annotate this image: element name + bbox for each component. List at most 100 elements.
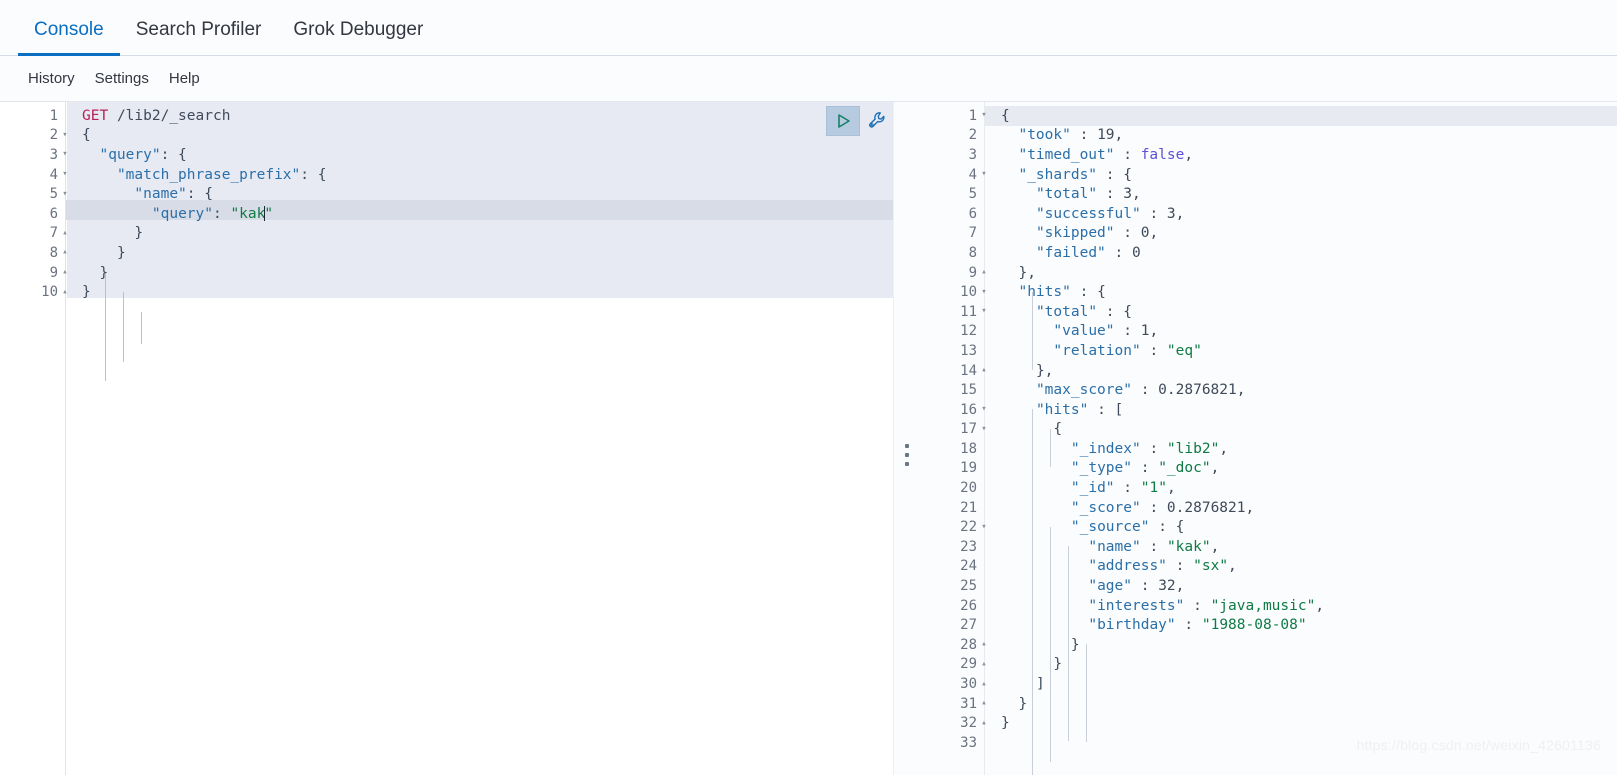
fold-collapse-icon[interactable]: ▾ [58, 170, 72, 179]
fold-collapse-icon[interactable]: ▾ [977, 405, 991, 414]
response-code-line[interactable]: 4 ▾ "_shards" : { [919, 165, 1617, 185]
response-code-line[interactable]: 32 ▴} [919, 713, 1617, 733]
response-code-line[interactable]: 33 [919, 733, 1617, 753]
response-code-line[interactable]: 5 "total" : 3, [919, 184, 1617, 204]
response-code-line[interactable]: 13 "relation" : "eq" [919, 341, 1617, 361]
response-code-line[interactable]: 17 ▾ { [919, 420, 1617, 440]
line-number: 30 [960, 676, 977, 693]
request-code-line[interactable]: 4 ▾ "match_phrase_prefix": { [0, 165, 893, 185]
request-code-area[interactable]: 1 GET /lib2/_search 2 ▾{3 ▾ "query": {4 ▾ "ma… [0, 102, 893, 775]
tab-search-profiler-label: Search Profiler [135, 19, 262, 40]
line-number: 18 [960, 440, 977, 457]
code-text: "max_score" : 0.2876821, [1035, 382, 1246, 399]
code-text: ] [1035, 676, 1045, 693]
response-code-line[interactable]: 22 ▾ "_source" : { [919, 517, 1617, 537]
code-text: "birthday" : "1988-08-08" [1088, 617, 1307, 634]
fold-expand-icon[interactable]: ▴ [58, 287, 72, 297]
code-text: "_score" : 0.2876821, [1070, 499, 1255, 516]
fold-expand-icon[interactable]: ▴ [977, 366, 991, 375]
fold-expand-icon[interactable]: ▴ [977, 679, 991, 689]
request-code-line[interactable]: 6 "query": "kak" [0, 204, 893, 224]
panel-splitter[interactable] [893, 102, 919, 775]
response-code-line[interactable]: 15 "max_score" : 0.2876821, [919, 380, 1617, 400]
fold-collapse-icon[interactable]: ▾ [977, 170, 991, 179]
fold-expand-icon[interactable]: ▴ [977, 718, 991, 728]
tab-console[interactable]: Console [18, 20, 120, 56]
code-text: "total" : 3, [1035, 186, 1141, 203]
request-code-line[interactable]: 10 ▴} [0, 282, 893, 302]
request-code-line[interactable]: 2 ▾ { [0, 126, 893, 146]
response-code-line[interactable]: 31 ▴ } [919, 694, 1617, 714]
fold-collapse-icon[interactable]: ▾ [977, 287, 991, 297]
fold-collapse-icon[interactable]: ▾ [977, 522, 991, 532]
fold-expand-icon[interactable]: ▴ [977, 640, 991, 649]
response-code-line[interactable]: 3 "timed_out" : false, [919, 145, 1617, 165]
open-documentation-button[interactable] [864, 107, 892, 135]
top-tab-bar: Console Search Profiler Grok Debugger [0, 0, 1617, 56]
line-number: 17 [960, 421, 977, 438]
request-code-line[interactable]: 3 ▾ "query": { [0, 145, 893, 165]
fold-expand-icon[interactable]: ▴ [58, 268, 72, 277]
response-code-line[interactable]: 27 "birthday" : "1988-08-08" [919, 615, 1617, 635]
response-code-line[interactable]: 10 ▾ "hits" : { [919, 282, 1617, 302]
request-code-line[interactable]: 1 GET /lib2/_search [0, 106, 893, 126]
request-editor-pane[interactable]: 1 GET /lib2/_search 2 ▾{3 ▾ "query": {4 ▾ "ma… [0, 102, 893, 775]
response-code-line[interactable]: 1 ▾ { [919, 106, 1617, 126]
response-code-line[interactable]: 19 "_type" : "_doc", [919, 459, 1617, 479]
fold-collapse-icon[interactable]: ▾ [977, 424, 991, 434]
request-code-line[interactable]: 5 ▾ "name": { [0, 184, 893, 204]
response-code-line[interactable]: 24 "address" : "sx", [919, 557, 1617, 577]
response-code-line[interactable]: 25 "age" : 32, [919, 576, 1617, 596]
response-code-line[interactable]: 21 "_score" : 0.2876821, [919, 498, 1617, 518]
fold-expand-icon[interactable]: ▴ [977, 268, 991, 277]
code-text: { [82, 127, 91, 144]
response-code-line[interactable]: 11 ▾ "total" : { [919, 302, 1617, 322]
response-code-line[interactable]: 7 "skipped" : 0, [919, 224, 1617, 244]
menu-item-settings[interactable]: Settings [85, 70, 159, 87]
code-text: "address" : "sx", [1088, 558, 1237, 575]
response-code-line[interactable]: 14 ▴ }, [919, 361, 1617, 381]
code-text: }, [1018, 264, 1036, 281]
fold-collapse-icon[interactable]: ▾ [58, 150, 72, 159]
response-code-line[interactable]: 16 ▾ "hits" : [ [919, 400, 1617, 420]
request-code-line[interactable]: 7 ▴ } [0, 224, 893, 244]
code-text: "interests" : "java,music", [1088, 597, 1325, 614]
fold-collapse-icon[interactable]: ▾ [977, 307, 991, 316]
response-code-line[interactable]: 26 "interests" : "java,music", [919, 596, 1617, 616]
response-code-line[interactable]: 23 "name" : "kak", [919, 537, 1617, 557]
tab-grok-debugger[interactable]: Grok Debugger [277, 20, 439, 55]
response-code-line[interactable]: 6 "successful" : 3, [919, 204, 1617, 224]
fold-collapse-icon[interactable]: ▾ [58, 189, 72, 199]
fold-collapse-icon[interactable]: ▾ [977, 111, 991, 120]
line-number: 9 [968, 264, 977, 281]
code-text: "failed" : 0 [1035, 244, 1141, 261]
run-request-button[interactable] [826, 106, 860, 136]
fold-collapse-icon[interactable]: ▾ [58, 130, 72, 140]
drag-handle-icon[interactable] [905, 444, 909, 466]
response-code-area[interactable]: 1 ▾{2 "took" : 19, 3 "timed_out" : false, 4… [919, 102, 1617, 775]
tab-search-profiler[interactable]: Search Profiler [120, 20, 278, 55]
request-code-line[interactable]: 9 ▴ } [0, 263, 893, 283]
fold-expand-icon[interactable]: ▴ [58, 248, 72, 257]
request-code-line[interactable]: 8 ▴ } [0, 243, 893, 263]
response-code-line[interactable]: 29 ▴ } [919, 655, 1617, 675]
line-number: 5 [968, 186, 977, 203]
response-code-line[interactable]: 12 "value" : 1, [919, 322, 1617, 342]
menu-item-help[interactable]: Help [159, 70, 210, 87]
response-code-line[interactable]: 30 ▴ ] [919, 674, 1617, 694]
response-code-line[interactable]: 9 ▴ }, [919, 263, 1617, 283]
response-code-line[interactable]: 2 "took" : 19, [919, 126, 1617, 146]
grip-dot [905, 453, 909, 457]
response-code-line[interactable]: 18 "_index" : "lib2", [919, 439, 1617, 459]
code-text: "query": { [99, 146, 187, 163]
response-viewer-pane[interactable]: 1 ▾{2 "took" : 19, 3 "timed_out" : false, 4… [919, 102, 1617, 775]
menu-item-history[interactable]: History [18, 70, 85, 87]
fold-expand-icon[interactable]: ▴ [977, 699, 991, 708]
line-number: 19 [960, 460, 977, 477]
fold-expand-icon[interactable]: ▴ [58, 228, 72, 238]
response-code-line[interactable]: 20 "_id" : "1", [919, 478, 1617, 498]
fold-expand-icon[interactable]: ▴ [977, 659, 991, 669]
code-text: } [1001, 715, 1010, 732]
response-code-line[interactable]: 28 ▴ } [919, 635, 1617, 655]
response-code-line[interactable]: 8 "failed" : 0 [919, 243, 1617, 263]
